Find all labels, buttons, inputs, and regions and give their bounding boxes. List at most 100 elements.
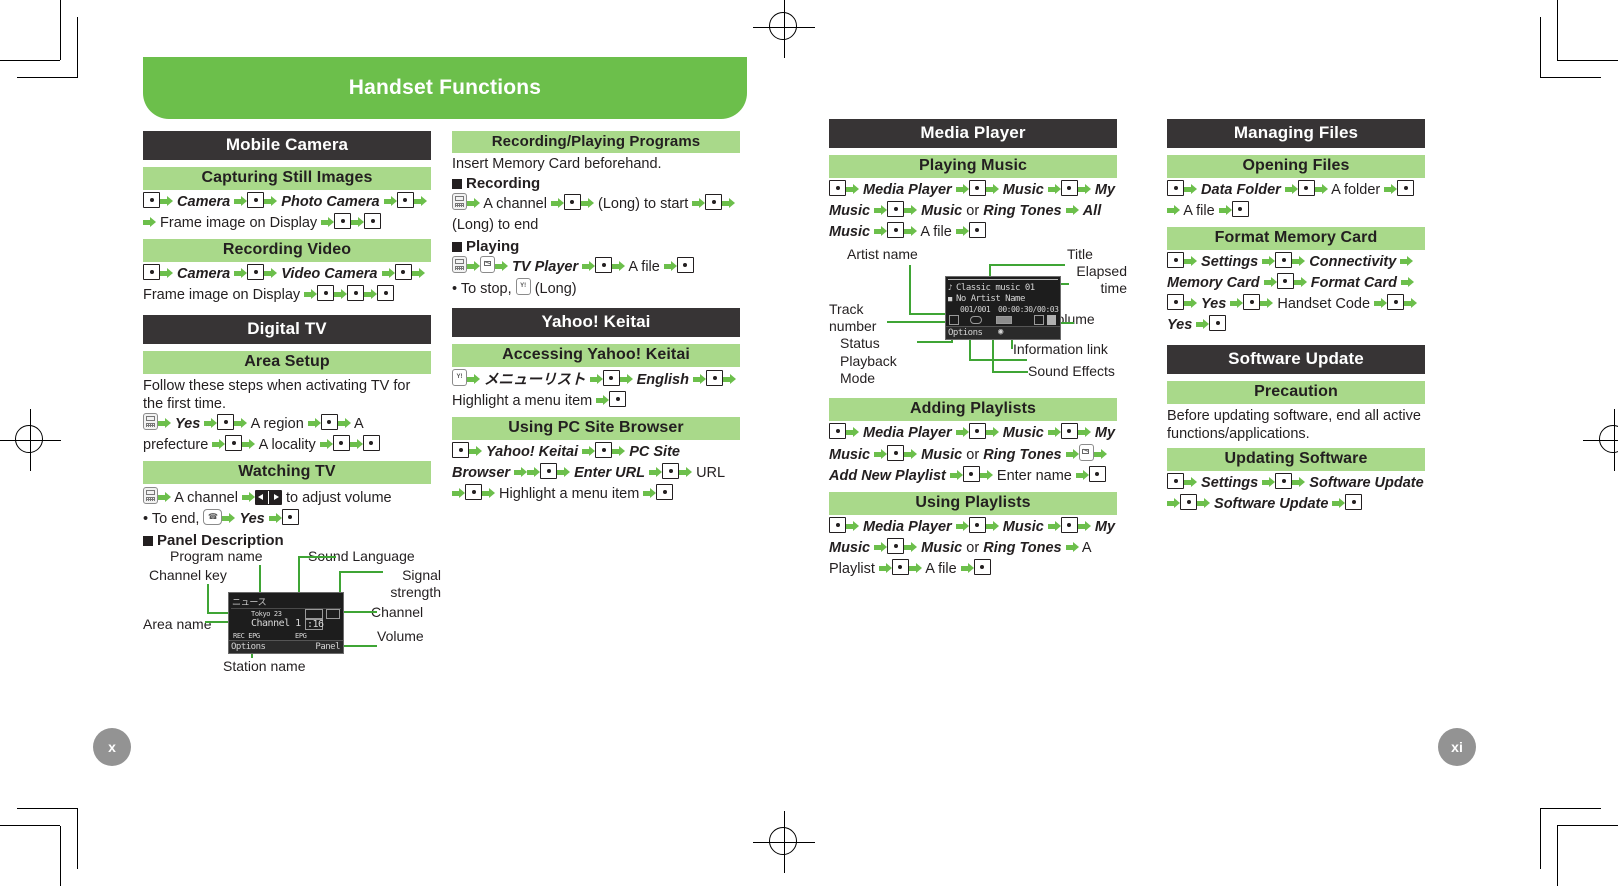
section-header-software-update: Software Update <box>1167 345 1425 374</box>
arrow-icon <box>955 521 969 532</box>
label-information-link: Information link <box>1013 341 1108 357</box>
tv-key-icon <box>143 413 158 430</box>
leader-line <box>969 359 1027 361</box>
yahoo-key-icon <box>452 369 467 386</box>
tv-status-row: REC EPG <box>233 632 260 640</box>
center-key-icon <box>1243 294 1261 310</box>
arrow-icon <box>908 563 922 574</box>
center-key-icon <box>394 264 412 280</box>
subsection-header-updating-software: Updating Software <box>1167 448 1425 471</box>
mp-softkey-center-icon: ◉ <box>998 327 1003 337</box>
page-folio-right: xi <box>1438 728 1476 766</box>
volume-rocker-icon <box>254 490 282 505</box>
arrow-icon <box>1293 277 1307 288</box>
step-media-player: Media Player <box>863 182 952 198</box>
section-header-media-player: Media Player <box>829 119 1117 148</box>
center-key-icon <box>247 192 265 208</box>
steps-opening-files: Data Folder A folder A file <box>1167 180 1425 222</box>
step-software-update: Software Update <box>1309 475 1424 491</box>
subheading-playing: Playing <box>452 238 740 255</box>
arrow-icon <box>1093 449 1107 460</box>
label-program-name: Program name <box>170 548 263 564</box>
registration-mark-bottom <box>753 811 815 873</box>
arrow-icon <box>334 289 348 300</box>
center-key-icon <box>334 213 352 229</box>
center-key-icon <box>1297 180 1315 196</box>
label-station-name: Station name <box>223 658 306 674</box>
arrow-icon <box>1047 427 1061 438</box>
arrow-icon <box>1314 184 1328 195</box>
arrow-icon <box>413 196 427 207</box>
arrow-icon <box>264 196 278 207</box>
steps-accessing-yahoo: メニューリスト English Highlight a menu item <box>452 369 740 412</box>
arrow-icon <box>158 492 171 503</box>
arrow-icon <box>204 418 218 429</box>
step-tv-player: TV Player <box>512 259 579 275</box>
leader-line <box>207 584 209 614</box>
center-key-icon <box>705 194 723 210</box>
center-key-icon <box>143 192 160 208</box>
center-key-icon <box>676 257 694 273</box>
label-artist-name: Artist name <box>847 246 918 262</box>
arrow-icon <box>878 563 892 574</box>
step-frame-image: Frame image on Display <box>143 287 301 303</box>
mp-artist-icon: ■ <box>948 295 952 303</box>
step-yahoo-keitai: Yahoo! Keitai <box>486 444 579 460</box>
print-page: Handset Functions Mobile Camera Capturin… <box>0 0 1618 886</box>
arrow-icon <box>612 261 626 272</box>
leader-line <box>339 571 383 573</box>
arrow-icon <box>1400 277 1414 288</box>
label-channel: Channel <box>371 604 424 620</box>
leader-line <box>992 371 1028 373</box>
center-key-icon <box>217 414 235 430</box>
arrow-icon <box>1184 184 1197 195</box>
arrow-icon <box>612 446 626 457</box>
center-key-icon <box>452 442 469 458</box>
steps-recording: A channel (Long) to start (Long) to end <box>452 193 740 236</box>
arrow-icon <box>693 374 706 385</box>
step-music-2: Music <box>921 447 963 463</box>
step-media-player: Media Player <box>863 425 952 441</box>
crop-mark-br-h <box>1540 808 1601 809</box>
arrow-icon <box>1065 449 1079 460</box>
step-file: A file <box>628 259 660 275</box>
step-music: Music <box>1002 425 1044 441</box>
label-status: Status <box>840 335 880 351</box>
steps-using-playlists: Media Player Music My Music Music or Rin… <box>829 517 1117 580</box>
arrow-icon <box>319 439 333 450</box>
arrow-icon <box>351 217 365 228</box>
arrow-icon <box>383 196 397 207</box>
step-enter-name: Enter name <box>996 468 1072 484</box>
step-channel: A channel <box>483 196 547 212</box>
registration-mark-left <box>0 409 61 471</box>
trim-br-h <box>1557 825 1618 826</box>
center-key-icon <box>973 559 991 575</box>
column-three-lower: Adding Playlists Media Player Music My M… <box>829 398 1117 580</box>
center-key-icon <box>1167 473 1184 489</box>
arrow-icon <box>160 268 173 279</box>
center-key-icon <box>662 463 680 479</box>
center-key-icon <box>887 445 905 461</box>
arrow-icon <box>1230 298 1244 309</box>
step-ring-tones: Ring Tones <box>983 203 1062 219</box>
center-key-icon <box>887 222 905 238</box>
center-key-icon <box>377 285 395 301</box>
center-key-icon <box>968 180 986 196</box>
center-key-icon <box>1167 252 1184 268</box>
center-key-icon <box>1397 180 1415 196</box>
mp-artist: No Artist Name <box>956 294 1025 304</box>
leader-line <box>909 313 945 315</box>
arrow-icon <box>679 467 693 478</box>
step-long-end: (Long) to end <box>452 217 539 233</box>
step-frame-image: Frame image on Display <box>160 215 318 231</box>
subsection-header-area-setup: Area Setup <box>143 351 431 374</box>
square-bullet-icon <box>452 241 462 252</box>
arrow-icon <box>846 521 859 532</box>
leader-line <box>909 265 911 315</box>
leader-line <box>1060 322 1074 324</box>
leader-line <box>917 341 953 343</box>
bullet-to-stop: • To stop, <box>452 281 512 297</box>
step-yes: Yes <box>175 416 201 432</box>
step-file: A file <box>1183 203 1215 219</box>
center-key-icon <box>362 435 380 451</box>
